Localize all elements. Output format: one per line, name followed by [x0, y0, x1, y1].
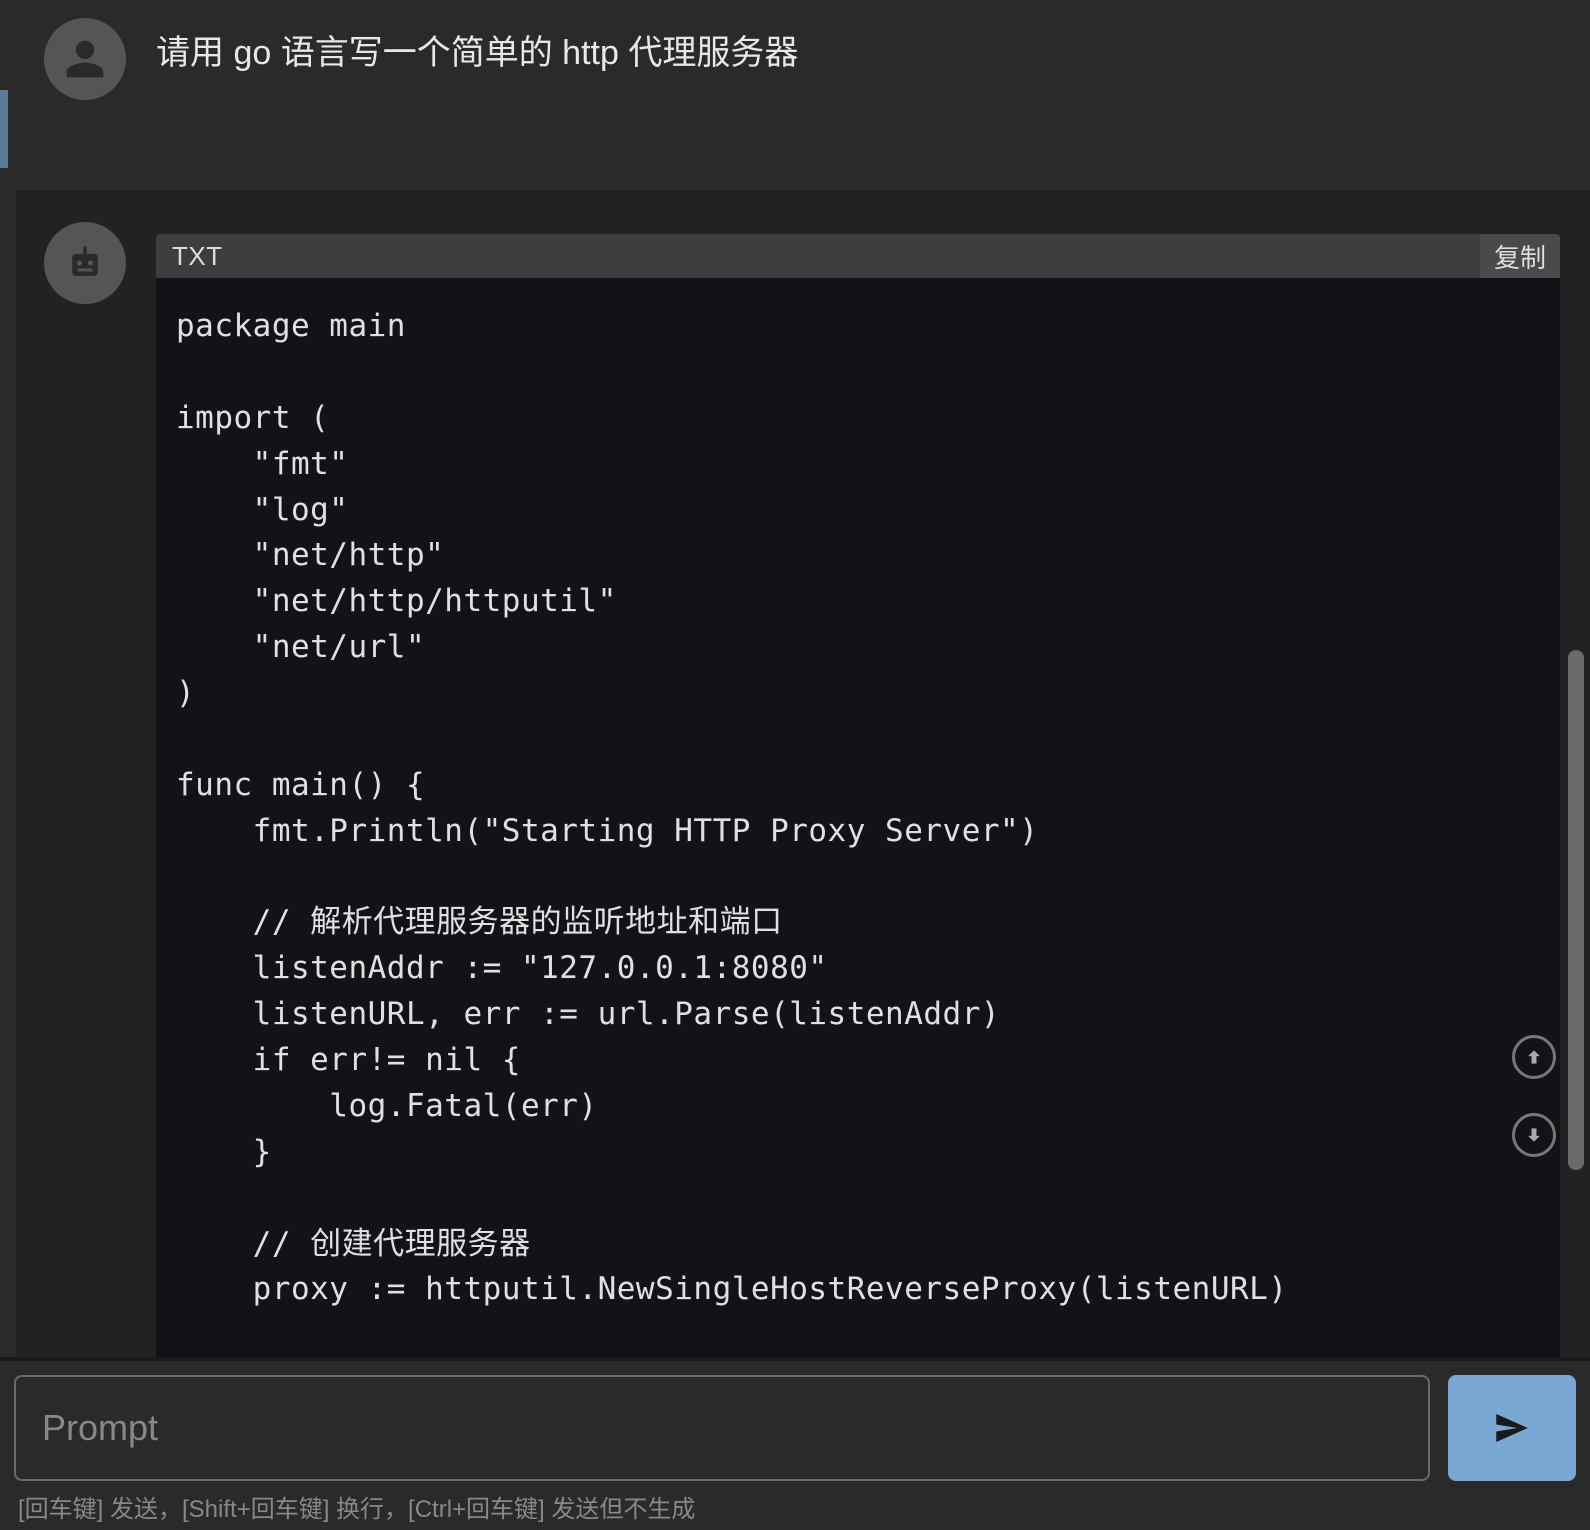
composer-hints: [回车键] 发送，[Shift+回车键] 换行，[Ctrl+回车键] 发送但不生…: [14, 1481, 1576, 1524]
app-root: 请用 go 语言写一个简单的 http 代理服务器: [0, 0, 1590, 1530]
prompt-input[interactable]: [42, 1407, 1402, 1449]
arrow-down-icon: [1524, 1125, 1544, 1145]
assistant-avatar: [44, 222, 126, 304]
floating-scroll-buttons: [1512, 1035, 1556, 1157]
prompt-box[interactable]: [14, 1375, 1430, 1481]
robot-icon: [63, 241, 107, 285]
messages-list: 请用 go 语言写一个简单的 http 代理服务器: [0, 0, 1590, 1357]
scrollbar-track[interactable]: [1566, 0, 1586, 1357]
chat-area: 请用 go 语言写一个简单的 http 代理服务器: [0, 0, 1590, 1357]
composer-row: [14, 1375, 1576, 1481]
send-icon: [1491, 1407, 1533, 1449]
assistant-message-row: TXT 复制 package main import ( "fmt" "log"…: [16, 192, 1590, 1357]
scroll-down-button[interactable]: [1512, 1113, 1556, 1157]
scrollbar-thumb[interactable]: [1568, 650, 1584, 1170]
composer: [回车键] 发送，[Shift+回车键] 换行，[Ctrl+回车键] 发送但不生…: [0, 1357, 1590, 1530]
send-button[interactable]: [1448, 1375, 1576, 1481]
code-content[interactable]: package main import ( "fmt" "log" "net/h…: [156, 278, 1560, 1357]
assistant-message-content: TXT 复制 package main import ( "fmt" "log"…: [156, 222, 1560, 1357]
scroll-up-button[interactable]: [1512, 1035, 1556, 1079]
user-icon: [63, 37, 107, 81]
code-block: TXT 复制 package main import ( "fmt" "log"…: [156, 234, 1560, 1357]
user-message-text: 请用 go 语言写一个简单的 http 代理服务器: [156, 30, 1560, 78]
user-message-content: 请用 go 语言写一个简单的 http 代理服务器: [156, 18, 1560, 78]
user-message-row: 请用 go 语言写一个简单的 http 代理服务器: [16, 0, 1590, 192]
user-avatar: [44, 18, 126, 100]
code-language-label: TXT: [172, 241, 223, 272]
code-block-header: TXT 复制: [156, 234, 1560, 278]
arrow-up-icon: [1524, 1047, 1544, 1067]
copy-code-button[interactable]: 复制: [1480, 234, 1560, 278]
